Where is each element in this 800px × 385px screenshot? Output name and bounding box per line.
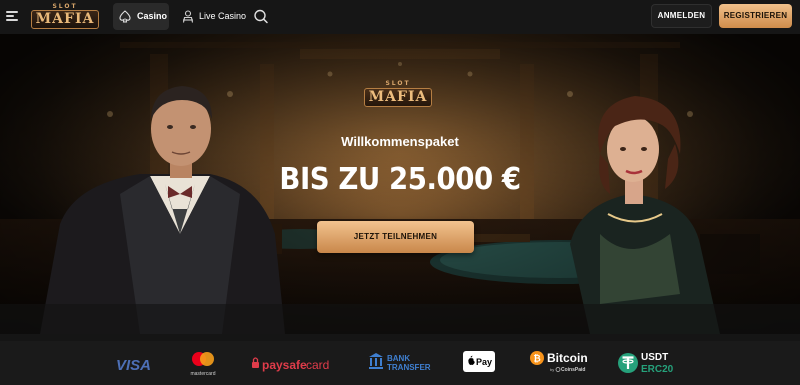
- top-navigation-bar: SLOT MAFIA Casino Live Casino ANMELDEN R…: [0, 0, 800, 34]
- bank-transfer-line2: TRANSFER: [387, 363, 431, 372]
- hero-logo-top-word: SLOT: [385, 80, 411, 87]
- paysafecard-label-b: card: [306, 358, 329, 372]
- logo-top-word: SLOT: [52, 3, 78, 10]
- svg-text:₿: ₿: [533, 354, 540, 365]
- erc20-label: ERC20: [641, 364, 674, 375]
- login-button[interactable]: ANMELDEN: [651, 4, 712, 28]
- apple-pay-logo: Pay: [463, 351, 495, 372]
- tab-live-casino[interactable]: Live Casino: [176, 3, 247, 30]
- apple-pay-label: Pay: [476, 357, 492, 367]
- bank-transfer-logo: BANK TRANSFER: [369, 353, 431, 372]
- site-logo[interactable]: SLOT MAFIA: [29, 3, 101, 30]
- tab-casino[interactable]: Casino: [113, 3, 169, 30]
- usdt-label: USDT: [641, 352, 668, 363]
- join-now-button[interactable]: JETZT TEILNEHMEN: [317, 221, 474, 253]
- spade-icon: [119, 10, 131, 23]
- mastercard-logo: mastercard: [190, 352, 216, 377]
- bitcoin-sub-b: CoinsPaid: [561, 367, 585, 373]
- dealer-icon: [182, 10, 194, 23]
- search-icon: [254, 9, 268, 24]
- bank-transfer-line1: BANK: [387, 354, 410, 363]
- hero-title: BIS ZU 25.000 €: [279, 162, 521, 197]
- bitcoin-label: Bitcoin: [547, 351, 588, 365]
- visa-label: VISA: [116, 357, 151, 374]
- logo-main-word: MAFIA: [31, 10, 99, 29]
- register-button[interactable]: REGISTRIEREN: [719, 4, 792, 28]
- paysafecard-logo: paysafe card: [252, 357, 329, 372]
- hero-logo-main-word: MAFIA: [364, 88, 432, 107]
- usdt-erc20-logo: USDT ERC20: [618, 352, 674, 375]
- search-button[interactable]: [250, 3, 272, 30]
- tab-live-casino-label: Live Casino: [199, 11, 247, 21]
- mastercard-label: mastercard: [190, 371, 215, 377]
- payment-methods-bar: VISA mastercard paysafe card BANK TRANSF…: [0, 334, 800, 385]
- visa-logo: VISA: [116, 357, 151, 374]
- bitcoin-logo: ₿ Bitcoin by CoinsPaid: [530, 351, 588, 373]
- hamburger-menu-icon[interactable]: [3, 5, 21, 27]
- hero-logo: SLOT MAFIA: [360, 80, 436, 110]
- bitcoin-sub-a: by: [550, 367, 554, 372]
- hero-banner: SLOT MAFIA Willkommenspaket BIS ZU 25.00…: [0, 34, 800, 334]
- paysafecard-label-a: paysafe: [262, 358, 307, 372]
- tab-casino-label: Casino: [137, 11, 168, 21]
- hero-subtitle: Willkommenspaket: [341, 134, 459, 149]
